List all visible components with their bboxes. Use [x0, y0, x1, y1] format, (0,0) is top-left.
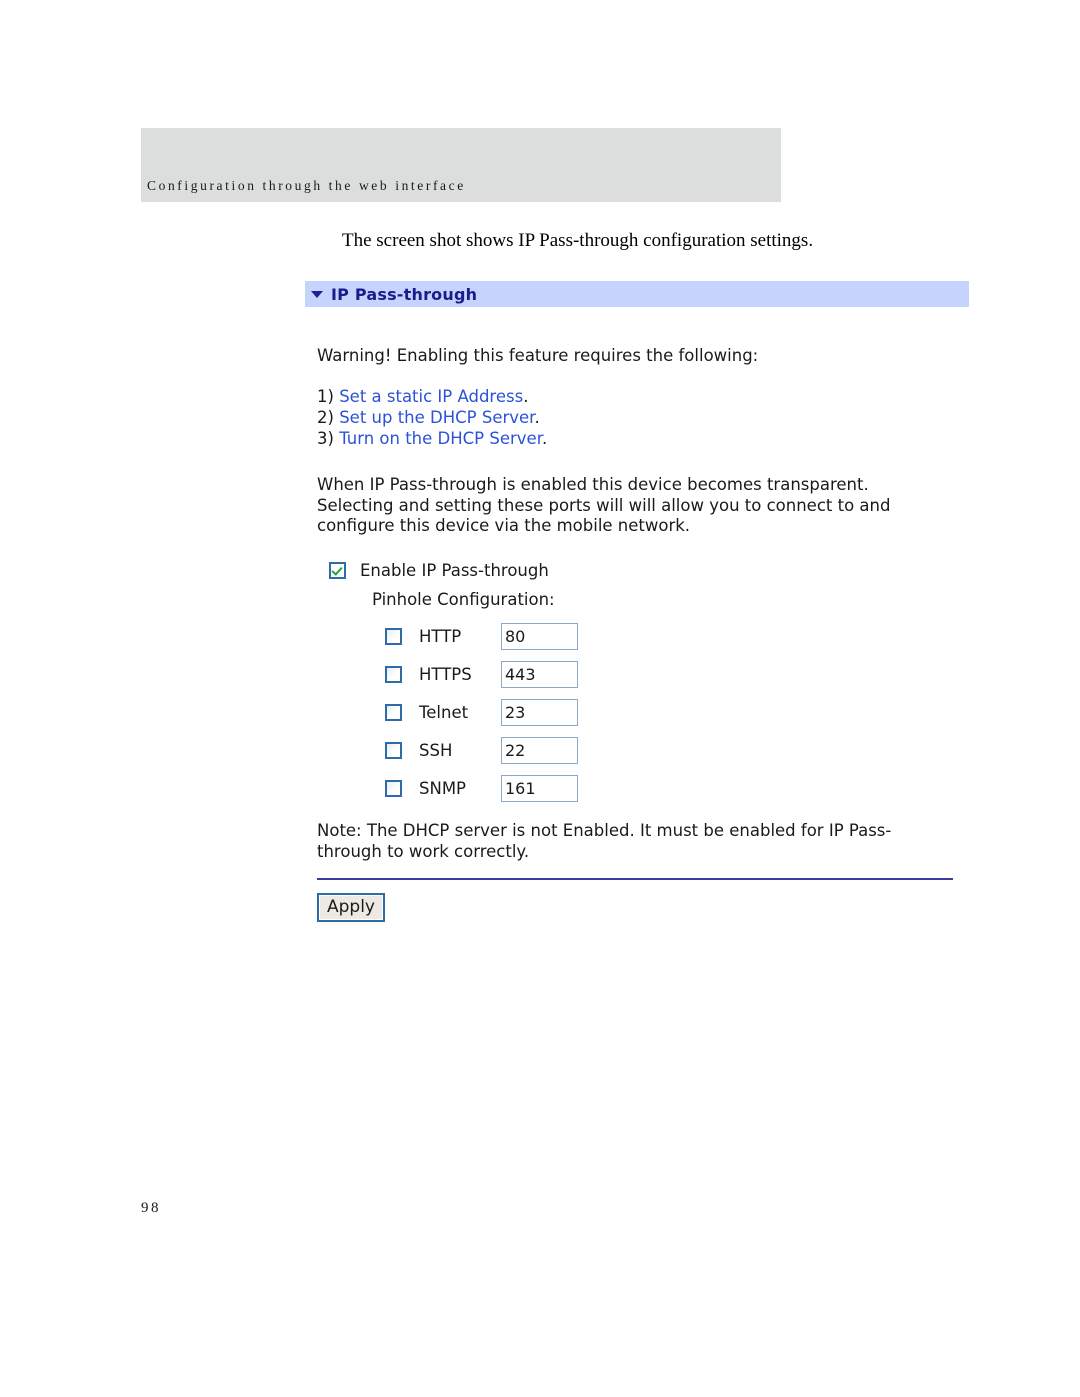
list-item: 3) Turn on the DHCP Server. — [317, 429, 969, 450]
panel-title-bar[interactable]: IP Pass-through — [305, 281, 969, 307]
https-checkbox[interactable] — [385, 665, 402, 683]
telnet-checkbox[interactable] — [385, 703, 402, 721]
triangle-down-icon[interactable] — [311, 290, 323, 298]
http-port-input[interactable]: 80 — [501, 622, 578, 650]
ip-passthrough-screenshot: IP Pass-through Warning! Enabling this f… — [305, 281, 969, 922]
telnet-port-input[interactable]: 23 — [501, 698, 578, 726]
http-checkbox[interactable] — [385, 627, 402, 645]
port-label: HTTPS — [419, 664, 472, 684]
list-item: 2) Set up the DHCP Server. — [317, 408, 969, 429]
pinhole-configuration-label: Pinhole Configuration: — [372, 590, 555, 610]
port-label: HTTP — [419, 626, 462, 646]
pinhole-port-list: HTTP 80 HTTPS 443 Telnet 23 SSH 22 SNMP — [385, 617, 969, 807]
req-number: 1) — [317, 387, 334, 406]
panel-body: Warning! Enabling this feature requires … — [305, 346, 969, 922]
running-header-band: Configuration through the web interface — [141, 128, 781, 202]
dhcp-note-text: Note: The DHCP server is not Enabled. It… — [317, 821, 892, 861]
description-paragraph: When IP Pass-through is enabled this dev… — [317, 474, 891, 536]
ssh-checkbox[interactable] — [385, 741, 402, 759]
req-period: . — [534, 407, 540, 427]
link-set-static-ip[interactable]: Set a static IP Address — [339, 387, 523, 406]
enable-passthrough-row[interactable]: Enable IP Pass-through — [329, 561, 969, 580]
panel-title-label: IP Pass-through — [331, 284, 478, 304]
req-number: 3) — [317, 428, 334, 448]
port-label: SSH — [419, 740, 453, 760]
page-number: 98 — [141, 1200, 161, 1216]
port-label: Telnet — [419, 702, 469, 722]
port-row-telnet: Telnet 23 — [385, 693, 969, 731]
req-period: . — [541, 428, 548, 448]
apply-button[interactable]: Apply — [317, 892, 385, 922]
port-row-snmp: SNMP 161 — [385, 769, 969, 807]
port-label: SNMP — [419, 778, 467, 798]
requirements-list: 1) Set a static IP Address. 2) Set up th… — [317, 387, 969, 450]
list-item: 1) Set a static IP Address. — [317, 387, 969, 408]
running-header-text: Configuration through the web interface — [147, 178, 466, 193]
snmp-checkbox[interactable] — [385, 779, 402, 797]
ssh-port-input[interactable]: 22 — [501, 736, 578, 764]
enable-passthrough-label: Enable IP Pass-through — [360, 561, 549, 581]
link-turn-on-dhcp-server[interactable]: Turn on the DHCP Server — [339, 429, 542, 448]
snmp-port-input[interactable]: 161 — [501, 774, 578, 802]
port-row-http: HTTP 80 — [385, 617, 969, 655]
req-number: 2) — [317, 407, 334, 427]
https-port-input[interactable]: 443 — [501, 660, 578, 688]
port-row-https: HTTPS 443 — [385, 655, 969, 693]
port-row-ssh: SSH 22 — [385, 731, 969, 769]
intro-paragraph: The screen shot shows IP Pass-through co… — [342, 230, 814, 251]
section-divider — [317, 877, 953, 880]
req-period: . — [523, 387, 529, 406]
link-setup-dhcp-server[interactable]: Set up the DHCP Server — [339, 408, 534, 427]
enable-passthrough-checkbox[interactable] — [329, 562, 346, 580]
warning-text: Warning! Enabling this feature requires … — [317, 346, 759, 365]
